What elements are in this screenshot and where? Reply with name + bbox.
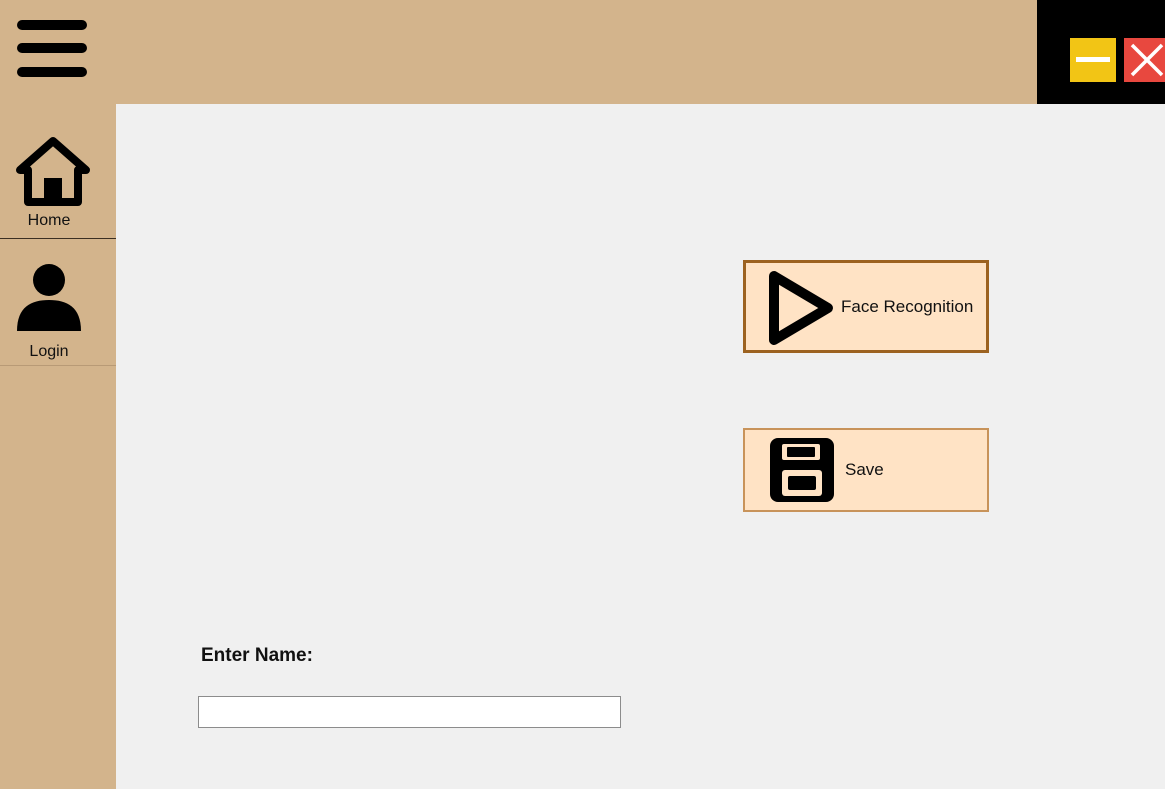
home-icon (16, 137, 90, 206)
sidebar-item-label: Login (29, 343, 69, 360)
app-window: Home Login Face Recognition Save Enter N… (0, 0, 1165, 789)
save-label: Save (845, 460, 884, 479)
sidebar-item-home[interactable]: Home (0, 132, 116, 239)
minimize-icon (1076, 57, 1110, 62)
sidebar: Home Login (0, 104, 116, 789)
user-icon (17, 264, 81, 331)
face-recognition-label: Face Recognition (841, 297, 974, 316)
face-recognition-button[interactable]: Face Recognition (743, 260, 989, 353)
sidebar-item-login[interactable]: Login (0, 239, 116, 366)
floppy-disk-icon (770, 438, 834, 502)
close-button[interactable] (1124, 38, 1165, 82)
minimize-button[interactable] (1070, 38, 1116, 82)
enter-name-label: Enter Name: (201, 645, 313, 666)
main-content: Face Recognition Save Enter Name: (116, 104, 1165, 789)
window-controls (1037, 0, 1165, 104)
name-input[interactable] (198, 696, 621, 728)
close-icon (1130, 43, 1164, 77)
sidebar-item-label: Home (27, 212, 71, 229)
play-icon (769, 271, 833, 345)
hamburger-menu-icon[interactable] (17, 20, 89, 80)
save-button[interactable]: Save (743, 428, 989, 512)
top-bar (0, 0, 1037, 104)
